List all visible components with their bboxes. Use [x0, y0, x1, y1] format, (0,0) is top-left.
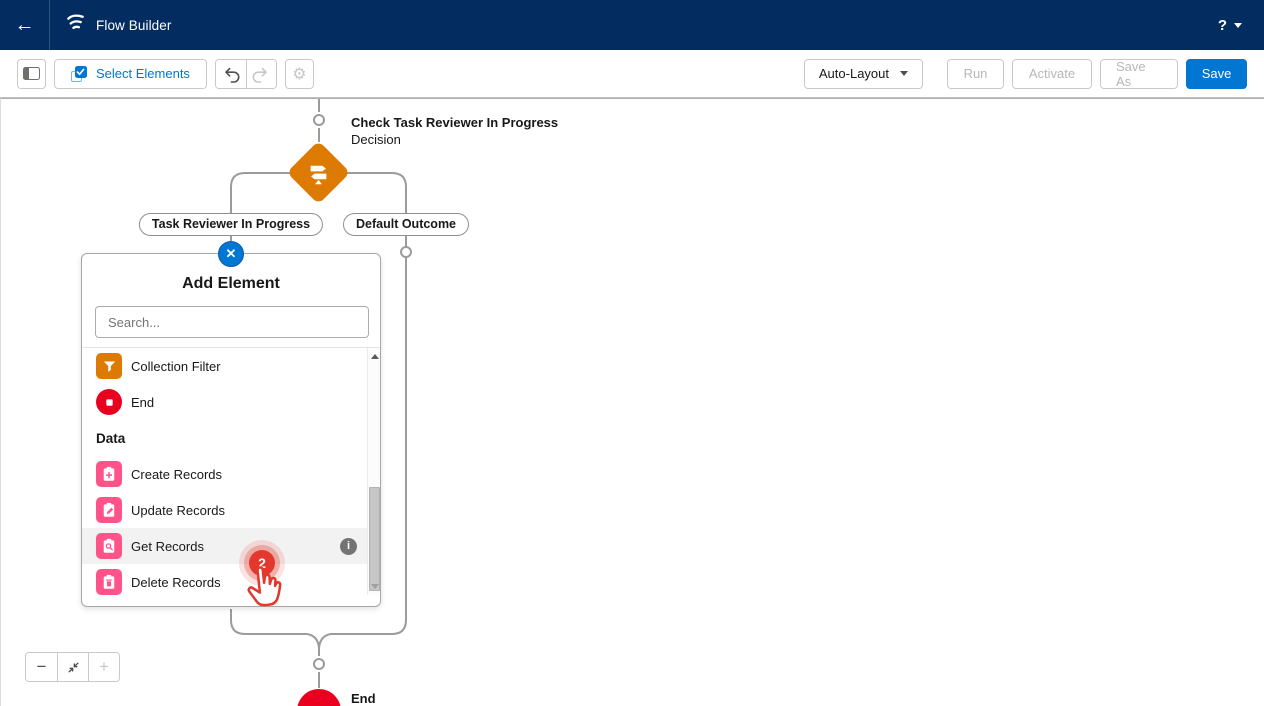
- branch-label-task-reviewer-in-progress[interactable]: Task Reviewer In Progress: [139, 213, 323, 236]
- undo-button[interactable]: [216, 60, 246, 88]
- list-item-get-records[interactable]: Get Records i: [82, 528, 368, 564]
- end-icon: [96, 389, 122, 415]
- select-elements-button[interactable]: Select Elements: [54, 59, 207, 89]
- scroll-up-arrow-icon[interactable]: [371, 354, 379, 359]
- run-button[interactable]: Run: [947, 59, 1004, 89]
- branch-label-default-outcome[interactable]: Default Outcome: [343, 213, 469, 236]
- toolbar: Select Elements ⚙ Auto-Layout: [0, 50, 1264, 98]
- close-icon: ✕: [226, 246, 237, 262]
- layout-mode-label: Auto-Layout: [819, 66, 889, 81]
- flow-builder-icon: [64, 11, 87, 39]
- zoom-in-button[interactable]: +: [88, 653, 119, 681]
- list-item-label: End: [131, 395, 154, 410]
- panel-toggle-icon: [23, 67, 40, 80]
- get-records-icon: [96, 533, 122, 559]
- flow-settings-button[interactable]: ⚙: [285, 59, 314, 89]
- list-item-create-records[interactable]: Create Records: [82, 456, 368, 492]
- decision-node-title: Check Task Reviewer In Progress: [351, 115, 558, 130]
- decision-signpost-icon: [305, 159, 332, 186]
- close-popup-button[interactable]: ✕: [218, 241, 244, 267]
- app-identity: Flow Builder: [64, 11, 171, 39]
- update-records-icon: [96, 497, 122, 523]
- popup-title: Add Element: [82, 275, 380, 293]
- list-item-label: Delete Records: [131, 575, 221, 590]
- hand-cursor-icon: [239, 561, 290, 621]
- help-menu[interactable]: ?: [1218, 17, 1242, 34]
- list-item-label: Update Records: [131, 503, 225, 518]
- list-item-update-records[interactable]: Update Records: [82, 492, 368, 528]
- list-item-label: Create Records: [131, 467, 222, 482]
- add-element-popup: ✕ Add Element Collection FilterEndDataCr…: [81, 253, 381, 607]
- flow-canvas[interactable]: Check Task Reviewer In Progress Decision…: [0, 98, 1264, 706]
- zoom-to-fit-icon: [66, 660, 81, 675]
- save-button[interactable]: Save: [1186, 59, 1247, 89]
- gear-icon: ⚙: [292, 66, 306, 82]
- scrollbar[interactable]: [367, 348, 380, 595]
- section-header-data: Data: [82, 420, 380, 456]
- end-node-label: End: [351, 691, 376, 706]
- redo-button[interactable]: [246, 60, 276, 88]
- toggle-toolbox-button[interactable]: [17, 59, 46, 89]
- zoom-to-fit-button[interactable]: [57, 653, 88, 681]
- create-records-icon: [96, 461, 122, 487]
- zoom-controls: − +: [25, 652, 120, 682]
- scroll-down-arrow-icon[interactable]: [371, 584, 379, 589]
- layout-mode-dropdown[interactable]: Auto-Layout: [804, 59, 923, 89]
- decision-node-type: Decision: [351, 132, 401, 147]
- info-icon[interactable]: i: [340, 538, 357, 555]
- delete-records-icon: [96, 569, 122, 595]
- collection-filter-icon: [96, 353, 122, 379]
- back-button[interactable]: ←: [0, 0, 49, 50]
- page-title: Flow Builder: [96, 18, 171, 33]
- element-search-input[interactable]: [95, 306, 369, 338]
- back-arrow-icon: ←: [15, 15, 35, 35]
- list-item-delete-records[interactable]: Delete Records: [82, 564, 368, 600]
- header-divider: [49, 0, 50, 50]
- save-as-button[interactable]: Save As: [1100, 59, 1178, 89]
- chevron-down-icon: [1234, 23, 1242, 28]
- element-list: Collection Filter End Data Create Records Up…: [82, 348, 380, 595]
- activate-button[interactable]: Activate: [1012, 59, 1092, 89]
- list-item-collection-filter[interactable]: Collection Filter: [82, 348, 368, 384]
- undo-redo-group: [215, 59, 277, 89]
- list-item-end[interactable]: End: [82, 384, 368, 420]
- redo-icon: [252, 65, 270, 83]
- scrollbar-thumb[interactable]: [369, 487, 380, 591]
- undo-icon: [222, 65, 240, 83]
- chevron-down-icon: [900, 71, 908, 76]
- list-item-label: Get Records: [131, 539, 204, 554]
- app-header: ← Flow Builder ?: [0, 0, 1264, 50]
- list-item-label: Collection Filter: [131, 359, 221, 374]
- help-icon: ?: [1218, 17, 1227, 34]
- multi-select-checkbox-icon: [71, 66, 87, 82]
- select-elements-label: Select Elements: [96, 66, 190, 81]
- zoom-out-button[interactable]: −: [26, 653, 57, 681]
